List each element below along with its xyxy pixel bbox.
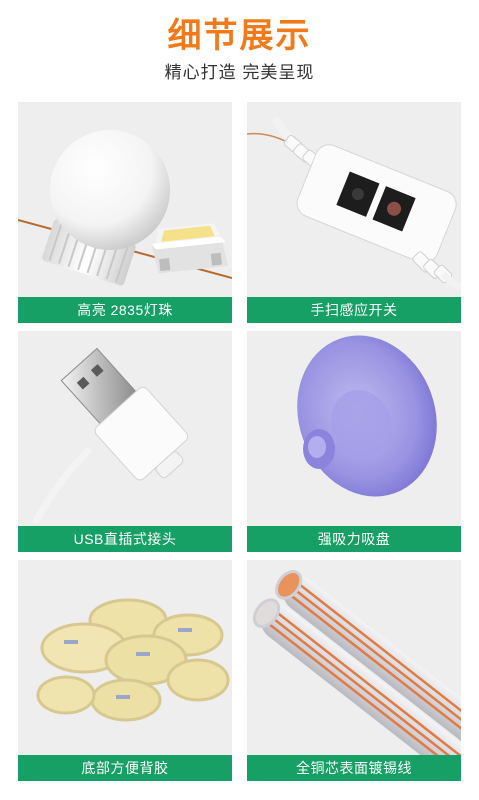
tinned-copper-wire-image	[252, 570, 461, 755]
detail-card-suction: 强吸力吸盘	[247, 331, 461, 552]
adhesive-pads-image	[36, 598, 230, 722]
detail-label: USB直插式接头	[18, 526, 232, 552]
product-detail-page: 细节展示 精心打造 完美呈现 高亮 2835灯珠 手扫感应开关 USB直插式接头…	[0, 0, 479, 800]
detail-label: 全铜芯表面镀锡线	[247, 755, 461, 781]
detail-label: 手扫感应开关	[247, 297, 461, 323]
detail-card-switch: 手扫感应开关	[247, 102, 461, 323]
usb-plug-image	[32, 347, 189, 525]
page-title: 细节展示	[167, 17, 312, 55]
detail-card-usb: USB直插式接头	[18, 331, 232, 552]
detail-grid: 高亮 2835灯珠 手扫感应开关 USB直插式接头 强吸力吸盘 底部方便背胶 全…	[18, 102, 461, 781]
led-bulb-image	[18, 130, 232, 286]
detail-label: 底部方便背胶	[18, 755, 232, 781]
detail-card-adhesive: 底部方便背胶	[18, 560, 232, 781]
hand-sweep-sensor-switch-image	[247, 117, 461, 291]
detail-card-wire: 全铜芯表面镀锡线	[247, 560, 461, 781]
detail-label: 高亮 2835灯珠	[18, 297, 232, 323]
detail-label: 强吸力吸盘	[247, 526, 461, 552]
suction-cup-image	[297, 335, 437, 497]
detail-card-led: 高亮 2835灯珠	[18, 102, 232, 323]
page-subtitle: 精心打造 完美呈现	[164, 63, 315, 82]
